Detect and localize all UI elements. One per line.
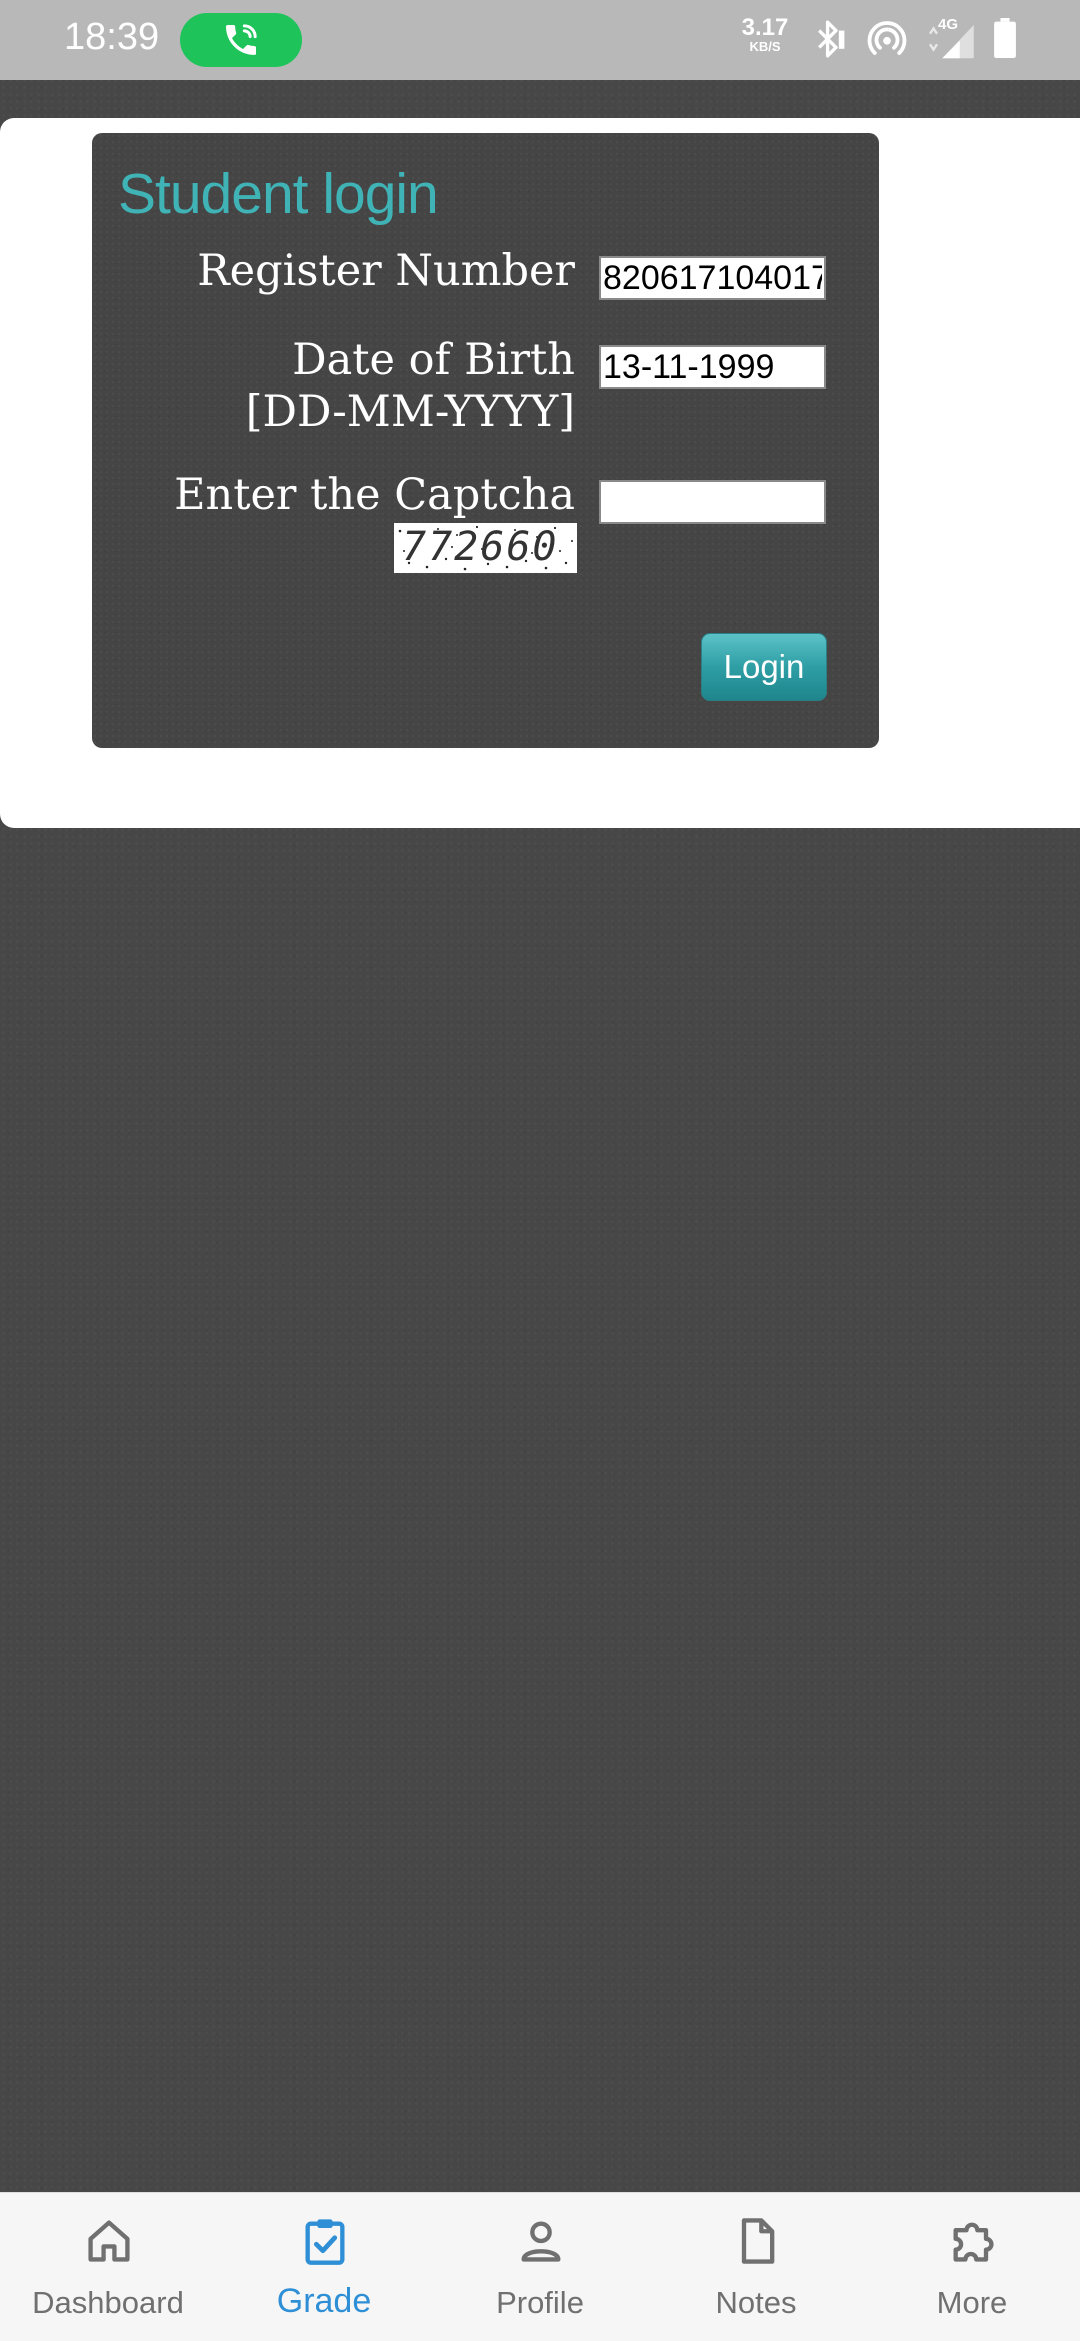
nav-label-more: More [936, 2285, 1008, 2320]
document-icon [741, 2218, 775, 2264]
login-button[interactable]: Login [701, 633, 827, 701]
home-icon [88, 2220, 130, 2262]
login-title: Student login [118, 162, 439, 226]
battery-icon [994, 18, 1016, 58]
hotspot-icon [867, 21, 907, 55]
clipboard-check-icon [305, 2219, 345, 2265]
nav-item-profile[interactable]: Profile [432, 2193, 648, 2341]
network-speed: 3.17 KB/S [738, 14, 792, 54]
register-number-input[interactable] [599, 256, 826, 300]
captcha-label: Enter the Captcha [174, 470, 575, 520]
ongoing-call-chip[interactable] [180, 13, 302, 67]
nav-label-grade: Grade [276, 2282, 372, 2320]
nav-item-more[interactable]: More [864, 2193, 1080, 2341]
signal-icon [928, 25, 974, 59]
speed-unit: KB/S [749, 39, 781, 54]
captcha-image: 772660 [394, 523, 577, 573]
captcha-input[interactable] [599, 480, 826, 524]
phone-call-icon [226, 24, 257, 55]
register-number-label-text: Register Number [197, 246, 575, 296]
person-icon [521, 2221, 561, 2262]
captcha-text: 772660 [402, 524, 559, 570]
nav-label-profile: Profile [496, 2285, 584, 2320]
puzzle-icon [953, 2222, 994, 2262]
nav-item-notes[interactable]: Notes [648, 2193, 864, 2341]
nav-label-dashboard: Dashboard [32, 2285, 184, 2320]
student-login-panel: Student login Register Number Date of Bi… [92, 133, 879, 748]
status-bar: 18:39 3.17 KB/S 4G [0, 0, 1080, 80]
dob-label: Date of Birth [DD-MM-YYYY] [246, 334, 575, 438]
dob-label-line2: [DD-MM-YYYY] [245, 387, 575, 437]
speed-value: 3.17 [741, 14, 789, 41]
nav-item-grade[interactable]: Grade [216, 2193, 432, 2341]
bottom-navigation: Dashboard Grade Profile Notes More [0, 2192, 1080, 2341]
status-time: 18:39 [64, 16, 160, 58]
nav-label-notes: Notes [715, 2285, 797, 2320]
nav-item-dashboard[interactable]: Dashboard [0, 2193, 216, 2341]
bluetooth-icon [818, 20, 845, 58]
dob-label-line1: Date of Birth [292, 335, 575, 385]
dob-input[interactable] [599, 345, 826, 389]
